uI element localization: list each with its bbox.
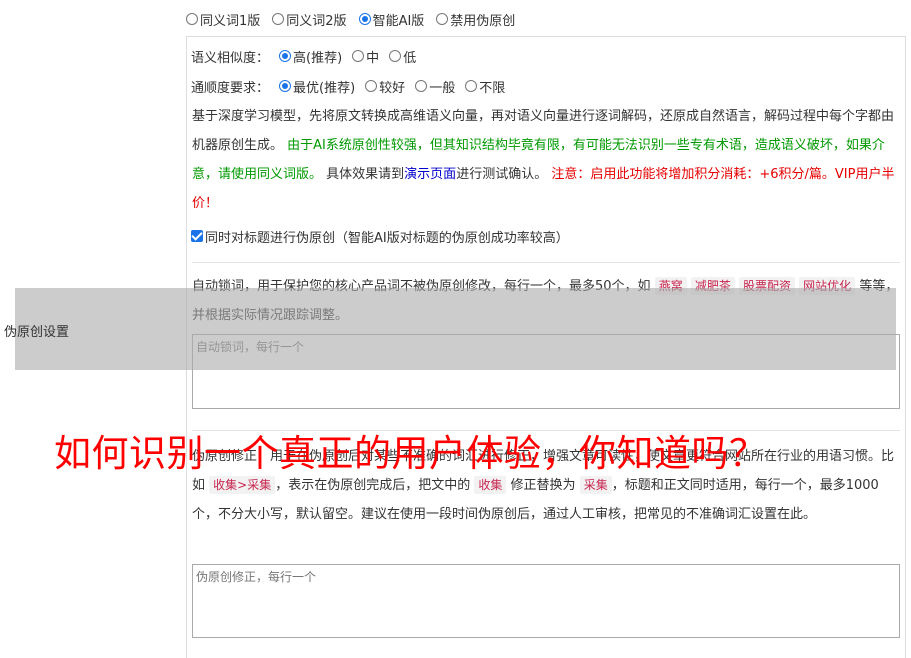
- radio-checked-icon[interactable]: [279, 80, 292, 92]
- similarity-label: 语义相似度：: [191, 50, 270, 66]
- radio-icon[interactable]: [272, 13, 285, 25]
- mode-radio-group: 同义词1版 同义词2版 智能AI版 禁用伪原创: [186, 10, 515, 29]
- example-tag: 收集: [474, 476, 507, 494]
- radio-icon[interactable]: [352, 50, 365, 62]
- fluency-option-normal[interactable]: 一般: [415, 77, 455, 96]
- checkbox-checked-icon[interactable]: [191, 230, 203, 242]
- title-rewrite-checkbox[interactable]: 同时对标题进行伪原创（智能AI版对标题的伪原创成功率较高）: [191, 227, 569, 246]
- mode-option-synonym-2[interactable]: 同义词2版: [272, 10, 347, 29]
- radio-icon[interactable]: [365, 80, 378, 92]
- title-rewrite-row: 同时对标题进行伪原创（智能AI版对标题的伪原创成功率较高）: [191, 222, 569, 250]
- similarity-option-medium[interactable]: 中: [352, 47, 379, 66]
- similarity-row: 语义相似度： 高(推荐) 中 低: [191, 42, 416, 70]
- similarity-option-low[interactable]: 低: [389, 47, 416, 66]
- fluency-option-any[interactable]: 不限: [465, 77, 505, 96]
- fluency-option-good[interactable]: 较好: [365, 77, 405, 96]
- example-tag: 收集>采集: [209, 476, 276, 494]
- mode-option-ai[interactable]: 智能AI版: [358, 10, 424, 29]
- fluency-row: 通顺度要求： 最优(推荐) 较好 一般 不限: [191, 72, 505, 100]
- radio-icon[interactable]: [389, 50, 402, 62]
- divider: [192, 262, 900, 263]
- gray-overlay-band: [15, 288, 896, 370]
- ai-description: 基于深度学习模型，先将原文转换成高维语义向量，再对语义向量进行逐词解码，还原成自…: [192, 109, 895, 211]
- radio-icon[interactable]: [186, 13, 198, 25]
- overlay-headline: 如何识别一个真正的用户体验，你知道吗？: [54, 432, 767, 475]
- similarity-option-high[interactable]: 高(推荐): [279, 47, 342, 66]
- radio-checked-icon[interactable]: [358, 13, 371, 25]
- mode-option-disable[interactable]: 禁用伪原创: [436, 10, 515, 29]
- fluency-label: 通顺度要求：: [191, 80, 270, 96]
- example-tag: 采集: [579, 476, 612, 494]
- demo-page-link[interactable]: 演示页面: [404, 167, 456, 182]
- mode-option-synonym-1[interactable]: 同义词1版: [186, 10, 260, 29]
- radio-icon[interactable]: [436, 13, 449, 25]
- radio-icon[interactable]: [415, 80, 428, 92]
- correction-input[interactable]: [192, 564, 900, 638]
- fluency-option-best[interactable]: 最优(推荐): [279, 77, 355, 96]
- radio-icon[interactable]: [465, 80, 478, 92]
- section-label: 伪原创设置: [4, 325, 70, 340]
- radio-checked-icon[interactable]: [279, 50, 292, 62]
